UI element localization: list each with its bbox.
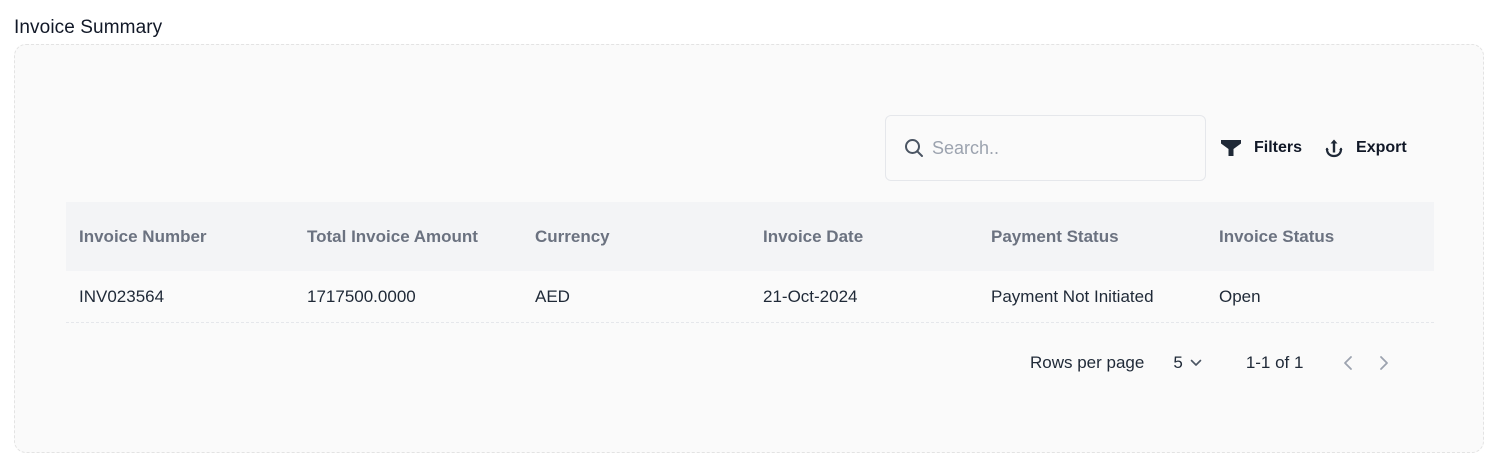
cell-payment-status: Payment Not Initiated (991, 286, 1154, 306)
invoice-summary-card: Filters Export Invoice Number Total Invo… (14, 44, 1484, 453)
funnel-icon (1220, 139, 1242, 157)
pagination-range: 1-1 of 1 (1245, 353, 1304, 372)
rows-per-page-label: Rows per page (1030, 353, 1145, 372)
table-toolbar: Filters Export (885, 115, 1407, 181)
column-header-payment-status[interactable]: Payment Status (978, 227, 1206, 247)
filters-label: Filters (1254, 139, 1303, 156)
search-icon (905, 139, 923, 157)
invoice-table: Invoice Number Total Invoice Amount Curr… (66, 202, 1434, 323)
chevron-left-icon (1344, 356, 1353, 370)
previous-page-button[interactable] (1343, 355, 1353, 371)
chevron-right-icon (1380, 356, 1389, 370)
column-header-total-invoice-amount[interactable]: Total Invoice Amount (294, 227, 522, 247)
chevron-down-icon (1190, 359, 1202, 367)
table-header-row: Invoice Number Total Invoice Amount Curr… (66, 202, 1434, 271)
table-row[interactable]: INV023564 1717500.0000 AED 21-Oct-2024 P… (66, 271, 1434, 323)
search-box[interactable] (885, 115, 1206, 181)
anchor-export-icon (1324, 138, 1344, 158)
column-header-invoice-number[interactable]: Invoice Number (66, 227, 294, 247)
cell-currency: AED (535, 286, 570, 306)
column-header-invoice-date[interactable]: Invoice Date (750, 227, 978, 247)
next-page-button[interactable] (1379, 355, 1389, 371)
page-title: Invoice Summary (14, 17, 163, 38)
rows-per-page-select[interactable]: 5 (1173, 353, 1202, 373)
cell-invoice-date: 21-Oct-2024 (763, 286, 858, 306)
rows-per-page-value: 5 (1173, 353, 1183, 372)
pagination: Rows per page 5 1-1 of 1 (1030, 350, 1389, 376)
cell-invoice-status: Open (1219, 286, 1261, 306)
cell-total-invoice-amount: 1717500.0000 (307, 286, 416, 306)
cell-invoice-number: INV023564 (79, 286, 165, 306)
column-header-invoice-status[interactable]: Invoice Status (1206, 227, 1434, 247)
column-header-currency[interactable]: Currency (522, 227, 750, 247)
export-label: Export (1356, 139, 1407, 156)
search-input[interactable] (932, 137, 1182, 159)
filters-button[interactable]: Filters (1220, 128, 1302, 168)
export-button[interactable]: Export (1324, 128, 1407, 168)
